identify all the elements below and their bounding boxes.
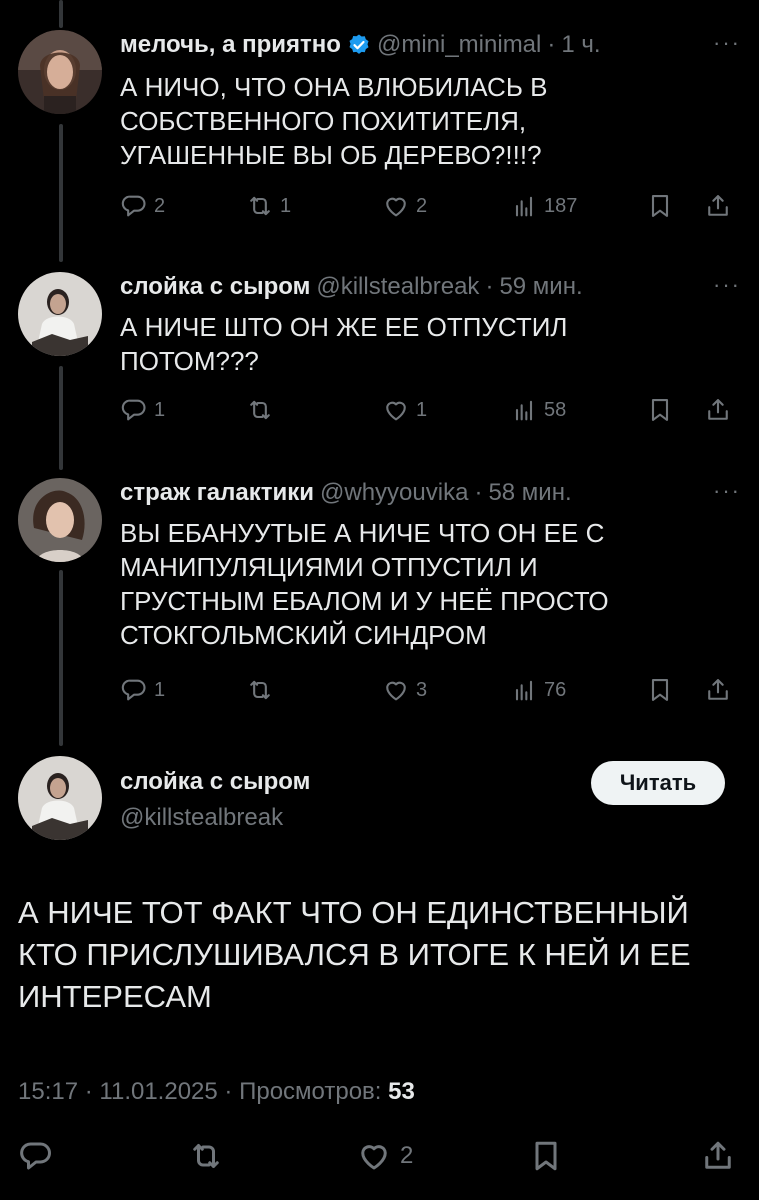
tweet-text: ВЫ ЕБАНУУТЫЕ А НИЧЕ ЧТО ОН ЕЕ С МАНИПУЛЯ… xyxy=(120,518,609,650)
avatar[interactable] xyxy=(18,30,102,114)
share-icon xyxy=(704,192,732,220)
avatar[interactable] xyxy=(18,478,102,562)
main-tweet-text: А НИЧЕ ТОТ ФАКТ ЧТО ОН ЕДИНСТВЕННЫЙ КТО … xyxy=(18,895,691,1014)
like-count: 2 xyxy=(416,194,428,217)
tweet-date[interactable]: 11.01.2025 xyxy=(99,1078,217,1105)
reply-button[interactable]: 1 xyxy=(120,396,165,424)
share-button[interactable] xyxy=(704,676,732,704)
bookmark-button[interactable] xyxy=(528,1138,564,1174)
separator: · xyxy=(474,479,483,506)
separator: · xyxy=(84,1078,93,1105)
share-button[interactable] xyxy=(700,1138,736,1174)
bookmark-icon xyxy=(646,396,674,424)
views-icon xyxy=(510,676,538,704)
tweet-time[interactable]: 15:17 xyxy=(18,1078,78,1105)
like-button[interactable]: 1 xyxy=(382,396,427,424)
repost-icon xyxy=(246,396,274,424)
like-count: 1 xyxy=(416,398,428,421)
bookmark-icon xyxy=(646,192,674,220)
views-icon xyxy=(510,396,538,424)
author-handle[interactable]: @killstealbreak xyxy=(316,272,479,302)
more-options-icon[interactable]: ··· xyxy=(713,272,741,298)
separator: · xyxy=(547,31,556,58)
separator: · xyxy=(224,1078,233,1105)
like-count: 2 xyxy=(400,1142,414,1169)
author-name[interactable]: страж галактики xyxy=(120,478,314,508)
thread-connector xyxy=(59,124,63,262)
bookmark-icon xyxy=(528,1138,564,1174)
reply-icon xyxy=(120,396,148,424)
author-name[interactable]: мелочь, а приятно xyxy=(120,30,341,60)
timestamp[interactable]: 58 мин. xyxy=(488,478,571,508)
views-button[interactable]: 187 xyxy=(510,192,577,220)
repost-count: 1 xyxy=(280,194,292,217)
reply-button[interactable]: 1 xyxy=(120,676,165,704)
share-icon xyxy=(704,676,732,704)
like-icon xyxy=(356,1138,392,1174)
thread-connector xyxy=(59,570,63,746)
reply-count: 1 xyxy=(154,398,166,421)
reply-count: 1 xyxy=(154,678,166,701)
author-handle[interactable]: @mini_minimal xyxy=(377,30,541,60)
share-icon xyxy=(700,1138,736,1174)
avatar[interactable] xyxy=(18,272,102,356)
like-button[interactable]: 3 xyxy=(382,676,427,704)
action-bar: 1 1 58 xyxy=(120,396,741,428)
like-icon xyxy=(382,192,410,220)
like-button[interactable]: 2 xyxy=(356,1138,413,1174)
share-icon xyxy=(704,396,732,424)
bookmark-button[interactable] xyxy=(646,192,674,220)
views-button[interactable]: 58 xyxy=(510,396,566,424)
tweet-text: А НИЧО, ЧТО ОНА ВЛЮБИЛАСЬ В СОБСТВЕННОГО… xyxy=(120,72,548,170)
tweet-meta: 15:17 · 11.01.2025 · Просмотров: 53 xyxy=(18,1078,415,1106)
reply-icon xyxy=(120,192,148,220)
share-button[interactable] xyxy=(704,192,732,220)
thread-connector xyxy=(59,366,63,470)
reply-icon xyxy=(18,1138,54,1174)
separator: · xyxy=(485,273,494,300)
views-icon xyxy=(510,192,538,220)
views-button[interactable]: 76 xyxy=(510,676,566,704)
more-options-icon[interactable]: ··· xyxy=(713,478,741,504)
repost-button[interactable] xyxy=(246,396,280,424)
main-author-name[interactable]: слойка с сыром xyxy=(120,768,310,796)
repost-icon xyxy=(246,676,274,704)
author-name[interactable]: слойка с сыром xyxy=(120,272,310,302)
author-handle[interactable]: @whyyouvika xyxy=(320,478,468,508)
reply-button[interactable]: 2 xyxy=(120,192,165,220)
reply-icon xyxy=(120,676,148,704)
tweet-text: А НИЧЕ ШТО ОН ЖЕ ЕЕ ОТПУСТИЛ ПОТОМ??? xyxy=(120,312,568,376)
views-label: Просмотров: xyxy=(239,1078,382,1105)
views-count: 58 xyxy=(544,398,567,421)
verified-badge-icon xyxy=(347,33,371,57)
repost-icon xyxy=(246,192,274,220)
timestamp[interactable]: 59 мин. xyxy=(499,272,582,302)
thread-connector xyxy=(59,0,63,28)
views-total: 53 xyxy=(388,1078,415,1105)
repost-button[interactable] xyxy=(188,1138,224,1174)
like-button[interactable]: 2 xyxy=(382,192,427,220)
follow-button[interactable]: Читать xyxy=(591,761,725,805)
views-count: 187 xyxy=(544,194,578,217)
reply-button[interactable] xyxy=(18,1138,54,1174)
reply-count: 2 xyxy=(154,194,166,217)
bookmark-button[interactable] xyxy=(646,676,674,704)
action-bar: 1 3 76 xyxy=(120,676,741,708)
like-count: 3 xyxy=(416,678,428,701)
like-icon xyxy=(382,396,410,424)
main-avatar[interactable] xyxy=(18,756,102,840)
repost-button[interactable]: 1 xyxy=(246,192,291,220)
main-action-bar: 2 xyxy=(0,1138,759,1178)
like-icon xyxy=(382,676,410,704)
main-author-handle[interactable]: @killstealbreak xyxy=(120,804,283,832)
more-options-icon[interactable]: ··· xyxy=(713,30,741,56)
action-bar: 2 1 2 187 xyxy=(120,192,741,224)
bookmark-icon xyxy=(646,676,674,704)
share-button[interactable] xyxy=(704,396,732,424)
repost-button[interactable] xyxy=(246,676,280,704)
timestamp[interactable]: 1 ч. xyxy=(561,30,600,60)
bookmark-button[interactable] xyxy=(646,396,674,424)
repost-icon xyxy=(188,1138,224,1174)
views-count: 76 xyxy=(544,678,567,701)
